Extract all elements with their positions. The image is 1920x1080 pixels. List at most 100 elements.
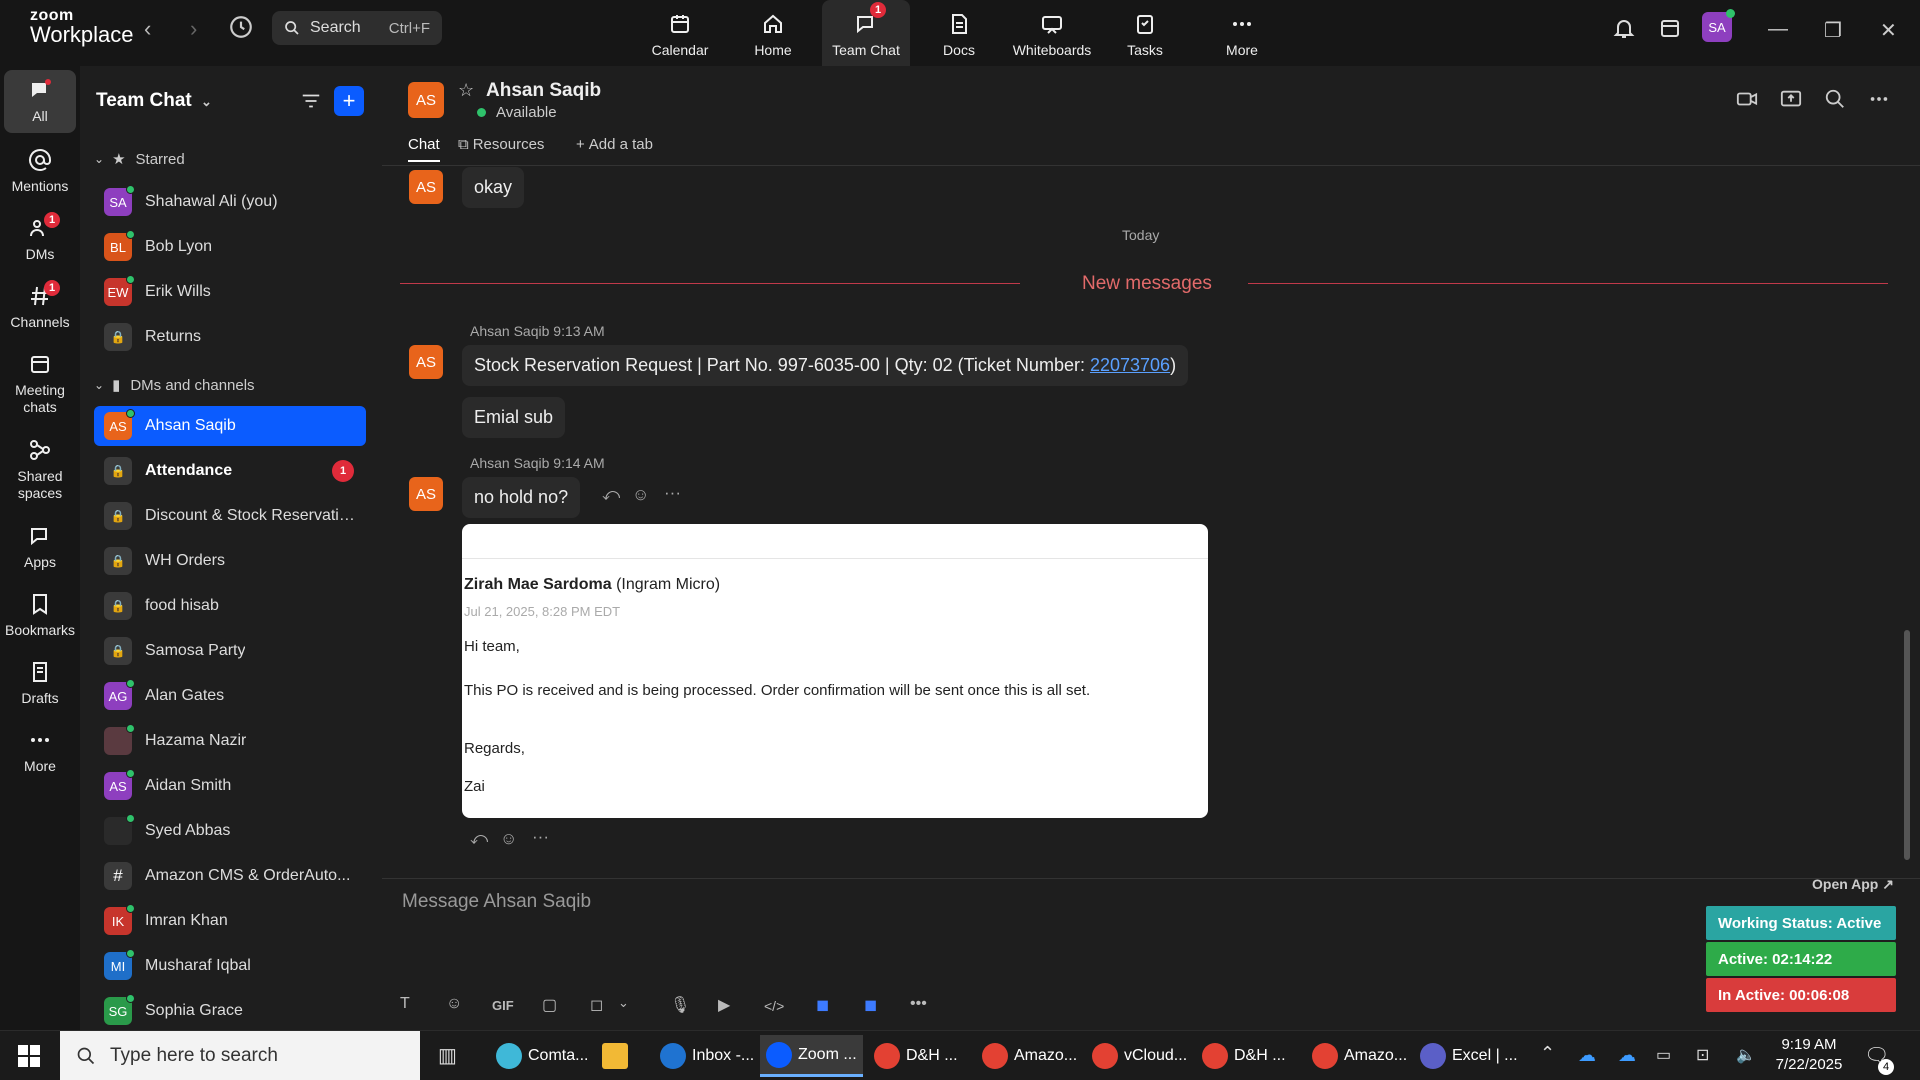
emoji-reaction-icon[interactable]: ☺ bbox=[500, 829, 517, 849]
app-icon[interactable]: ◼ bbox=[816, 995, 829, 1015]
video-icon[interactable] bbox=[1736, 88, 1758, 110]
close-icon[interactable]: ✕ bbox=[1880, 18, 1897, 43]
contact-name[interactable]: Ahsan Saqib bbox=[486, 80, 601, 102]
onedrive-icon[interactable]: ☁ bbox=[1618, 1045, 1636, 1066]
taskbar-app[interactable]: D&H ... bbox=[868, 1035, 964, 1077]
network-icon[interactable]: ⊡ bbox=[1696, 1045, 1709, 1065]
sidebar-item[interactable]: # Amazon CMS & OrderAuto... bbox=[94, 856, 366, 896]
taskbar-app[interactable]: Comta... bbox=[490, 1035, 594, 1077]
reply-icon[interactable]: ⤺ bbox=[602, 485, 620, 505]
rail-more[interactable]: More bbox=[4, 728, 76, 775]
battery-icon[interactable]: ▭ bbox=[1656, 1045, 1671, 1065]
rail-channels[interactable]: 1 Channels bbox=[4, 280, 76, 331]
message-bubble[interactable]: okay bbox=[462, 167, 525, 208]
gif-icon[interactable]: GIF bbox=[492, 998, 514, 1013]
restore-icon[interactable]: ❐ bbox=[1824, 18, 1842, 43]
rail-dms[interactable]: 1 DMs bbox=[4, 212, 76, 263]
sidebar-item[interactable]: Hazama Nazir bbox=[94, 721, 366, 761]
sidebar-item[interactable]: 🔒 Discount & Stock Reservatio... bbox=[94, 496, 366, 536]
rail-all[interactable]: All bbox=[4, 70, 76, 133]
taskbar-app[interactable] bbox=[596, 1035, 640, 1077]
onedrive-icon[interactable]: ☁ bbox=[1578, 1045, 1596, 1066]
forward-arrow-icon[interactable]: › bbox=[190, 16, 197, 42]
message-input[interactable]: Message Ahsan Saqib bbox=[402, 891, 591, 913]
video-message-icon[interactable]: ▶ bbox=[718, 995, 730, 1015]
nav-team-chat[interactable]: Team Chat 1 bbox=[822, 0, 910, 66]
taskbar-app[interactable]: Amazo... bbox=[976, 1035, 1083, 1077]
sidebar-item[interactable]: AG Alan Gates bbox=[94, 676, 366, 716]
taskbar-app[interactable]: vCloud... bbox=[1086, 1035, 1193, 1077]
rail-mentions[interactable]: Mentions bbox=[4, 148, 76, 195]
chevron-up-icon[interactable]: ⌃ bbox=[1540, 1043, 1555, 1064]
task-view-icon[interactable]: ▥ bbox=[438, 1043, 457, 1068]
emoji-reaction-icon[interactable]: ☺ bbox=[632, 485, 649, 505]
message-avatar[interactable]: AS bbox=[409, 170, 443, 204]
sidebar-item[interactable]: 🔒 Attendance 1 bbox=[94, 451, 366, 491]
taskbar-app[interactable]: Amazo... bbox=[1306, 1035, 1413, 1077]
sidebar-item[interactable]: SG Sophia Grace bbox=[94, 991, 366, 1031]
screenshot-icon[interactable]: ◻ bbox=[590, 995, 603, 1015]
format-text-icon[interactable]: T bbox=[400, 995, 410, 1013]
rail-apps[interactable]: Apps bbox=[4, 524, 76, 571]
sidebar-item[interactable]: BL Bob Lyon bbox=[94, 227, 366, 267]
more-actions-icon[interactable]: ··· bbox=[664, 483, 681, 503]
taskbar-app[interactable]: Inbox -... bbox=[654, 1035, 760, 1077]
sidebar-item[interactable]: MI Musharaf Iqbal bbox=[94, 946, 366, 986]
microphone-icon[interactable]: 🎙 bbox=[670, 995, 690, 1015]
chevron-down-icon[interactable]: ⌄ bbox=[618, 995, 629, 1011]
more-icon[interactable]: ••• bbox=[910, 995, 927, 1013]
more-icon[interactable] bbox=[1868, 88, 1890, 110]
search-box[interactable]: Search Ctrl+F bbox=[272, 11, 442, 45]
nav-docs[interactable]: Docs bbox=[915, 0, 1003, 66]
rail-shared-spaces[interactable]: Shared spaces bbox=[4, 438, 76, 502]
more-actions-icon[interactable]: ··· bbox=[532, 827, 549, 847]
search-icon[interactable] bbox=[1824, 88, 1846, 110]
sidebar-item[interactable]: 🔒 Samosa Party bbox=[94, 631, 366, 671]
nav-tasks[interactable]: Tasks bbox=[1101, 0, 1189, 66]
calendar-today-icon[interactable] bbox=[1658, 16, 1682, 40]
sidebar-item[interactable]: 🔒 food hisab bbox=[94, 586, 366, 626]
nav-more[interactable]: More bbox=[1198, 0, 1286, 66]
taskbar-search[interactable]: Type here to search bbox=[60, 1031, 420, 1080]
back-arrow-icon[interactable]: ‹ bbox=[144, 16, 151, 42]
message-avatar[interactable]: AS bbox=[409, 345, 443, 379]
open-app-link[interactable]: Open App ↗ bbox=[1812, 876, 1894, 893]
rail-meeting-chats[interactable]: Meeting chats bbox=[4, 352, 76, 416]
sidebar-item[interactable]: EW Erik Wills bbox=[94, 272, 366, 312]
sidebar-title[interactable]: Team Chat ⌄ bbox=[96, 90, 212, 112]
sidebar-item[interactable]: 🔒 Returns bbox=[94, 317, 366, 357]
clock[interactable]: 9:19 AM 7/22/2025 bbox=[1772, 1035, 1846, 1075]
nav-calendar[interactable]: Calendar bbox=[636, 0, 724, 66]
taskbar-app[interactable]: D&H ... bbox=[1196, 1035, 1292, 1077]
message-bubble[interactable]: Emial sub bbox=[462, 397, 566, 438]
sidebar-item[interactable]: SA Shahawal Ali (you) bbox=[94, 182, 366, 222]
sidebar-item[interactable]: IK Imran Khan bbox=[94, 901, 366, 941]
tab-chat[interactable]: Chat bbox=[408, 136, 440, 162]
tab-add[interactable]: + Add a tab bbox=[576, 136, 653, 153]
history-icon[interactable] bbox=[228, 14, 254, 40]
bell-icon[interactable] bbox=[1612, 16, 1636, 40]
minimize-icon[interactable]: — bbox=[1768, 18, 1788, 41]
starred-section[interactable]: ⌄ ★ Starred bbox=[94, 150, 185, 169]
email-screenshot-image[interactable]: Zirah Mae Sardoma (Ingram Micro) Jul 21,… bbox=[462, 524, 1208, 818]
sidebar-item[interactable]: 🔒 WH Orders bbox=[94, 541, 366, 581]
nav-whiteboards[interactable]: Whiteboards bbox=[1008, 0, 1096, 66]
message-bubble[interactable]: Stock Reservation Request | Part No. 997… bbox=[462, 345, 1189, 386]
sidebar-item[interactable]: AS Ahsan Saqib bbox=[94, 406, 366, 446]
taskbar-app[interactable]: Zoom ... bbox=[760, 1035, 863, 1077]
code-icon[interactable]: </> bbox=[764, 998, 784, 1014]
nav-home[interactable]: Home bbox=[729, 0, 817, 66]
message-bubble[interactable]: no hold no? bbox=[462, 477, 581, 518]
windows-start-icon[interactable] bbox=[18, 1045, 40, 1067]
ticket-link[interactable]: 22073706 bbox=[1090, 355, 1170, 375]
chat-scrollbar[interactable] bbox=[1904, 630, 1910, 860]
user-avatar[interactable]: SA bbox=[1702, 9, 1735, 42]
volume-icon[interactable]: 🔈 bbox=[1736, 1045, 1756, 1065]
rail-bookmarks[interactable]: Bookmarks bbox=[4, 592, 76, 639]
sidebar-item[interactable]: Syed Abbas bbox=[94, 811, 366, 851]
new-chat-button[interactable]: + bbox=[334, 86, 364, 116]
app-icon[interactable]: ◼ bbox=[864, 995, 877, 1015]
message-avatar[interactable]: AS bbox=[409, 477, 443, 511]
star-outline-icon[interactable]: ☆ bbox=[458, 80, 474, 101]
taskbar-app[interactable]: Excel | ... bbox=[1414, 1035, 1524, 1077]
